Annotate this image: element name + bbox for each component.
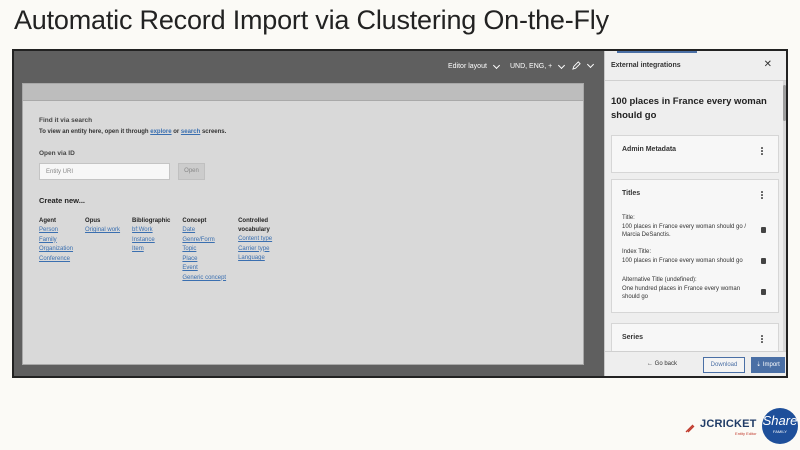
title-field: Title: 100 places in France every woman … [622,214,757,240]
field-value: 100 places in France every woman should … [622,223,747,239]
controlled-vocabulary-column: Controlled vocabulary Content type Carri… [238,217,284,283]
app-screenshot: Editor layout UND, ENG, + Find it via se… [12,49,788,378]
admin-metadata-card[interactable]: Admin Metadata [611,135,779,173]
create-new-heading: Create new... [39,196,85,205]
create-original-work-link[interactable]: Original work [85,226,120,236]
share-logo-subtext: FAMILY [773,429,787,434]
field-value: 100 places in France every woman should … [622,257,743,264]
bibliographic-column: Bibliographic bf:Work Instance Item [132,217,170,283]
card-title: Titles [622,190,641,197]
create-generic-concept-link[interactable]: Generic concept [182,274,226,284]
edit-mode-dropdown[interactable] [572,60,595,70]
concept-column: Concept Date Genre/Form Topic Place Even… [182,217,226,283]
series-card[interactable]: Series [611,323,779,353]
search-link[interactable]: search [181,129,200,135]
column-heading: Agent [39,218,56,224]
panel-footer: ← Go back Download ⇣ Import [605,351,786,376]
panel-scrollbar[interactable] [783,81,786,351]
create-genre-form-link[interactable]: Genre/Form [182,236,226,246]
create-conference-link[interactable]: Conference [39,255,73,265]
open-via-id-heading: Open via ID [39,150,75,157]
entity-uri-input[interactable]: Entity URI [39,163,170,180]
copy-icon[interactable] [761,289,766,295]
jcricket-logo: JCRICKET Entity Editor [684,419,757,436]
share-logo-text: Share [762,413,798,428]
chevron-down-icon [492,61,500,69]
panel-title: External integrations [611,62,681,69]
find-description: To view an entity here, open it through … [39,129,227,135]
language-label: UND, ENG, + [510,63,553,70]
record-title: 100 places in France every woman should … [611,96,767,121]
create-date-link[interactable]: Date [182,226,226,236]
open-button[interactable]: Open [178,163,205,180]
create-work-link[interactable]: bf:Work [132,226,170,236]
logo-wordmark: JCRICKET [700,418,757,430]
column-heading: Concept [182,218,207,224]
panel-accent-bar [617,51,697,53]
close-icon[interactable]: ✕ [764,60,772,70]
agent-column: Agent Person Family Organization Confere… [39,217,73,283]
create-organization-link[interactable]: Organization [39,245,73,255]
alternative-title-field: Alternative Title (undefined): One hundr… [622,276,757,302]
create-place-link[interactable]: Place [182,255,226,265]
field-label: Index Title: [622,249,652,255]
more-options-icon[interactable] [761,191,764,199]
more-options-icon[interactable] [761,335,764,343]
column-heading: Bibliographic [132,218,171,224]
create-instance-link[interactable]: Instance [132,236,170,246]
create-language-link[interactable]: Language [238,254,284,264]
create-new-columns: Agent Person Family Organization Confere… [39,217,567,283]
chevron-down-icon [586,60,595,68]
language-dropdown[interactable]: UND, ENG, + [510,61,566,70]
go-back-button[interactable]: ← Go back [647,361,677,367]
editor-topbar: Editor layout UND, ENG, + [14,51,604,83]
cricket-logo-icon [685,424,695,432]
opus-column: Opus Original work [85,217,120,283]
create-content-type-link[interactable]: Content type [238,235,284,245]
create-topic-link[interactable]: Topic [182,245,226,255]
create-family-link[interactable]: Family [39,236,73,246]
editor-layout-dropdown[interactable]: Editor layout [448,61,500,70]
column-heading: Controlled vocabulary [238,218,270,233]
field-label: Title: [622,215,635,221]
chevron-down-icon [558,61,566,69]
index-title-field: Index Title: 100 places in France every … [622,248,757,265]
logo-subtitle: Entity Editor [735,431,757,436]
explore-link[interactable]: explore [150,129,171,135]
titles-card: Titles Title: 100 places in France every… [611,179,779,313]
editor-canvas: Find it via search To view an entity her… [22,83,584,365]
card-title: Admin Metadata [622,146,677,153]
more-options-icon[interactable] [761,147,764,155]
editor-header-bar [23,84,583,101]
create-item-link[interactable]: Item [132,245,170,255]
editor-layout-label: Editor layout [448,63,487,70]
download-button[interactable]: Download [703,357,745,373]
external-integrations-panel: External integrations ✕ 100 places in Fr… [604,51,786,376]
pencil-icon [572,61,581,70]
find-heading: Find it via search [39,117,93,124]
create-event-link[interactable]: Event [182,264,226,274]
panel-header: External integrations ✕ [605,51,786,81]
create-carrier-type-link[interactable]: Carrier type [238,245,284,255]
scrollbar-thumb[interactable] [783,85,786,121]
create-person-link[interactable]: Person [39,226,73,236]
field-value: One hundred places in France every woman… [622,285,741,301]
copy-icon[interactable] [761,258,766,264]
slide-title: Automatic Record Import via Clustering O… [14,5,609,35]
share-family-logo: Share FAMILY [762,408,798,444]
column-heading: Opus [85,218,101,224]
import-button[interactable]: ⇣ Import [751,357,785,373]
field-label: Alternative Title (undefined): [622,277,697,283]
card-title: Series [622,334,644,341]
copy-icon[interactable] [761,227,766,233]
